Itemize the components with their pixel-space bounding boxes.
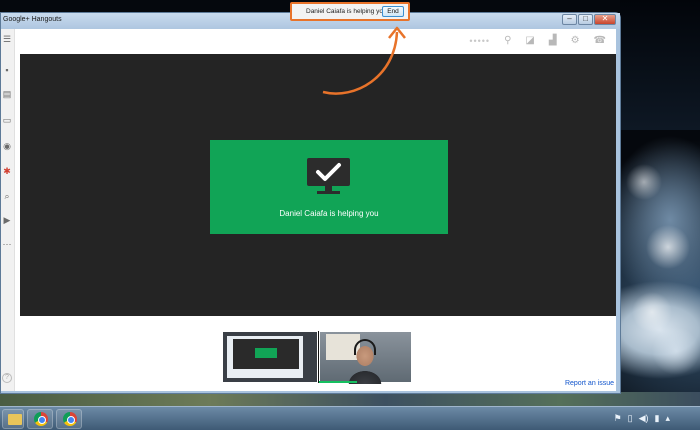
thumb-screen-card xyxy=(255,348,277,358)
participant-thumb-screenshare[interactable] xyxy=(222,331,318,383)
end-button[interactable]: End xyxy=(382,6,404,17)
report-issue-link[interactable]: Report an issue xyxy=(565,380,614,387)
chrome-icon xyxy=(34,412,48,426)
dots-icon: ••••• xyxy=(469,36,491,46)
screenshare-icon[interactable]: ▭ xyxy=(1,115,13,125)
chrome-icon xyxy=(63,412,77,426)
close-button[interactable]: ✕ xyxy=(594,14,616,25)
system-tray: ⚑ ▯ ◀) ▮ ▴ xyxy=(614,413,670,424)
volume-icon[interactable]: ◀) xyxy=(639,413,649,424)
window-title: Google+ Hangouts xyxy=(3,16,62,23)
network-icon[interactable]: ▯ xyxy=(628,413,633,424)
desktop-wallpaper-land xyxy=(0,392,700,406)
participant-thumb-camera[interactable] xyxy=(319,331,412,384)
call-toolbar: ••••• ⚲ ◪ ▟ ⚙ ☎ xyxy=(469,35,606,47)
more-icon[interactable]: ⋯ xyxy=(1,239,13,249)
left-rail: ☰ ▪ ▤ ▭ ◉ ✱ ⌕ ▶ ⋯ xyxy=(1,29,15,391)
bandwidth-icon[interactable]: ▟ xyxy=(549,35,557,47)
signal-icon[interactable]: ▴ xyxy=(665,413,670,424)
taskbar-chrome-button[interactable] xyxy=(27,409,53,429)
youtube-icon[interactable]: ▶ xyxy=(1,215,13,225)
flag-icon[interactable]: ⚑ xyxy=(614,413,622,424)
hangouts-app: ☰ ▪ ▤ ▭ ◉ ✱ ⌕ ▶ ⋯ ••••• ⚲ ◪ ▟ ⚙ ☎ Daniel… xyxy=(1,29,616,391)
remote-help-bar: Daniel Caiafa is helping you. End xyxy=(290,2,410,21)
helping-card: Daniel Caiafa is helping you xyxy=(210,140,448,234)
participant-filmstrip xyxy=(222,331,412,384)
contacts-icon[interactable]: ▪ xyxy=(1,65,13,75)
mute-video-icon[interactable]: ◪ xyxy=(525,35,534,47)
minimize-button[interactable]: – xyxy=(562,14,577,25)
thumb-screen-stage xyxy=(233,339,299,369)
active-speaker-indicator xyxy=(319,381,357,383)
monitor-check-icon xyxy=(307,158,350,194)
taskbar-explorer-button[interactable] xyxy=(2,409,24,429)
windows-explorer-icon xyxy=(8,414,22,425)
help-icon[interactable]: ? xyxy=(2,373,12,383)
hangouts-app-icon[interactable]: ✱ xyxy=(1,166,13,176)
headset-icon xyxy=(354,339,376,355)
remote-help-message: Daniel Caiafa is helping you. xyxy=(306,8,389,15)
helping-message: Daniel Caiafa is helping you xyxy=(279,209,379,218)
leave-call-icon[interactable]: ☎ xyxy=(594,35,606,47)
desktop-wallpaper-space xyxy=(620,0,700,130)
desktop-wallpaper-clouds xyxy=(620,130,700,390)
settings-icon[interactable]: ⚙ xyxy=(571,35,580,47)
chat-icon[interactable]: ▤ xyxy=(1,89,13,99)
thumb-screen-window xyxy=(227,336,303,378)
window-controls: – □ ✕ xyxy=(562,14,616,25)
power-icon[interactable]: ▮ xyxy=(655,413,660,424)
hangouts-window: Google+ Hangouts – □ ✕ ☰ ▪ ▤ ▭ ◉ ✱ ⌕ ▶ ⋯… xyxy=(0,12,621,394)
taskbar-chrome-button-2[interactable] xyxy=(56,409,82,429)
search-icon[interactable]: ⌕ xyxy=(1,191,13,201)
taskbar: ⚑ ▯ ◀) ▮ ▴ xyxy=(0,406,700,430)
annotation-arrow xyxy=(322,26,406,95)
camera-icon[interactable]: ◉ xyxy=(1,141,13,151)
menu-icon[interactable]: ☰ xyxy=(1,34,13,44)
maximize-button[interactable]: □ xyxy=(578,14,593,25)
mute-mic-icon[interactable]: ⚲ xyxy=(504,35,511,47)
